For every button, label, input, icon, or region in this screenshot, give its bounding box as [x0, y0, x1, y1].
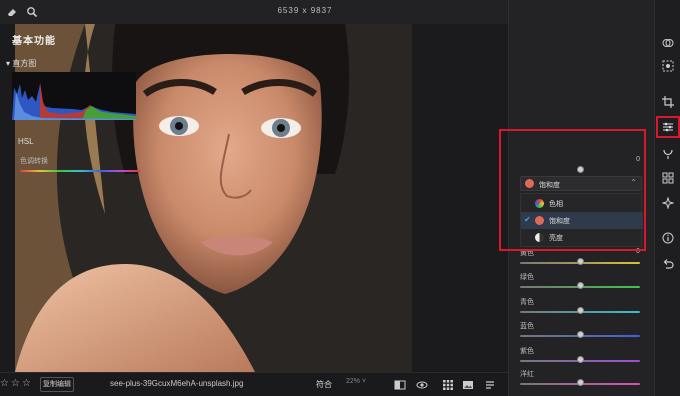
presets-icon[interactable] — [662, 37, 674, 49]
histogram-header[interactable]: ▾ 直方图 — [6, 58, 36, 69]
slider-thumb[interactable] — [577, 258, 584, 265]
ai-select-icon[interactable] — [662, 60, 674, 72]
rating-star-icon[interactable]: ☆ — [22, 378, 31, 389]
channel-label: 蓝色 — [520, 323, 534, 330]
bottom-bar: ☆ ☆ ☆ 复制编辑 see-plus-39GcuxM6ehA-unsplash… — [0, 372, 508, 396]
panel-title: 基本功能 — [12, 36, 56, 47]
rating-star-icon[interactable]: ☆ — [0, 378, 9, 389]
histogram — [12, 72, 136, 120]
menu-item-label: 色相 — [549, 201, 563, 208]
eye-icon[interactable] — [416, 379, 428, 391]
menu-item-hue[interactable]: 色相 — [521, 195, 643, 212]
compare-split-icon[interactable] — [394, 379, 406, 391]
menu-item-label: 饱和度 — [549, 218, 570, 225]
channel-label: 青色 — [520, 299, 534, 306]
dropdown-value: 饱和度 — [539, 182, 560, 189]
image-icon[interactable] — [462, 379, 474, 391]
channel-label: 绿色 — [520, 274, 534, 281]
saturation-dot-icon — [525, 179, 534, 188]
luminance-icon — [535, 233, 544, 242]
hsl-mode-menu: 色相 ✔ 饱和度 亮度 — [520, 193, 643, 247]
retouch-icon[interactable] — [662, 148, 674, 160]
checkmark-icon: ✔ — [524, 215, 531, 224]
info-list-icon[interactable] — [484, 379, 496, 391]
slider-thumb[interactable] — [577, 331, 584, 338]
channel-label: 洋红 — [520, 371, 534, 378]
info-icon[interactable] — [662, 232, 674, 244]
slider-thumb[interactable] — [577, 379, 584, 386]
fit-button[interactable]: 符合 — [316, 379, 332, 390]
channel-label: 黄色 — [520, 250, 534, 257]
menu-item-saturation[interactable]: ✔ 饱和度 — [521, 212, 643, 229]
slider-thumb[interactable] — [577, 282, 584, 289]
saturation-icon — [535, 216, 544, 225]
color-conversion-value: 0 — [636, 156, 640, 163]
slider-thumb[interactable] — [577, 166, 584, 173]
dropdown-chevron-icon: ⌃ — [630, 178, 637, 187]
menu-item-luminance[interactable]: 亮度 — [521, 229, 643, 246]
crop-icon[interactable] — [662, 96, 674, 108]
color-conversion-slider[interactable] — [20, 170, 140, 172]
hue-icon — [535, 199, 544, 208]
slider-thumb[interactable] — [577, 356, 584, 363]
rating-star-icon[interactable]: ☆ — [11, 378, 20, 389]
tool-strip — [654, 0, 680, 396]
color-conversion-label: 色调转换 — [20, 158, 48, 165]
hsl-title: HSL — [18, 137, 34, 146]
slider-thumb[interactable] — [577, 307, 584, 314]
undo-history-icon[interactable] — [662, 258, 674, 270]
zoom-select[interactable]: 22% ˅ — [346, 378, 374, 391]
effects-icon[interactable] — [662, 197, 674, 209]
grid-icon[interactable] — [442, 379, 454, 391]
channel-value: 0 — [636, 248, 640, 255]
menu-item-label: 亮度 — [549, 235, 563, 242]
histogram-label: 直方图 — [12, 59, 37, 68]
file-name: see-plus-39GcuxM6ehA-unsplash.jpg — [110, 379, 244, 388]
layers-grid-icon[interactable] — [662, 172, 674, 184]
collapse-arrow-icon: ▾ — [6, 59, 11, 68]
zoom-value: 22% — [346, 378, 361, 385]
copy-edit-button[interactable]: 复制编辑 — [40, 377, 74, 392]
active-tool-highlight — [656, 116, 680, 138]
channel-label: 紫色 — [520, 348, 534, 355]
hsl-mode-dropdown[interactable]: 饱和度 ⌃ — [520, 176, 642, 191]
